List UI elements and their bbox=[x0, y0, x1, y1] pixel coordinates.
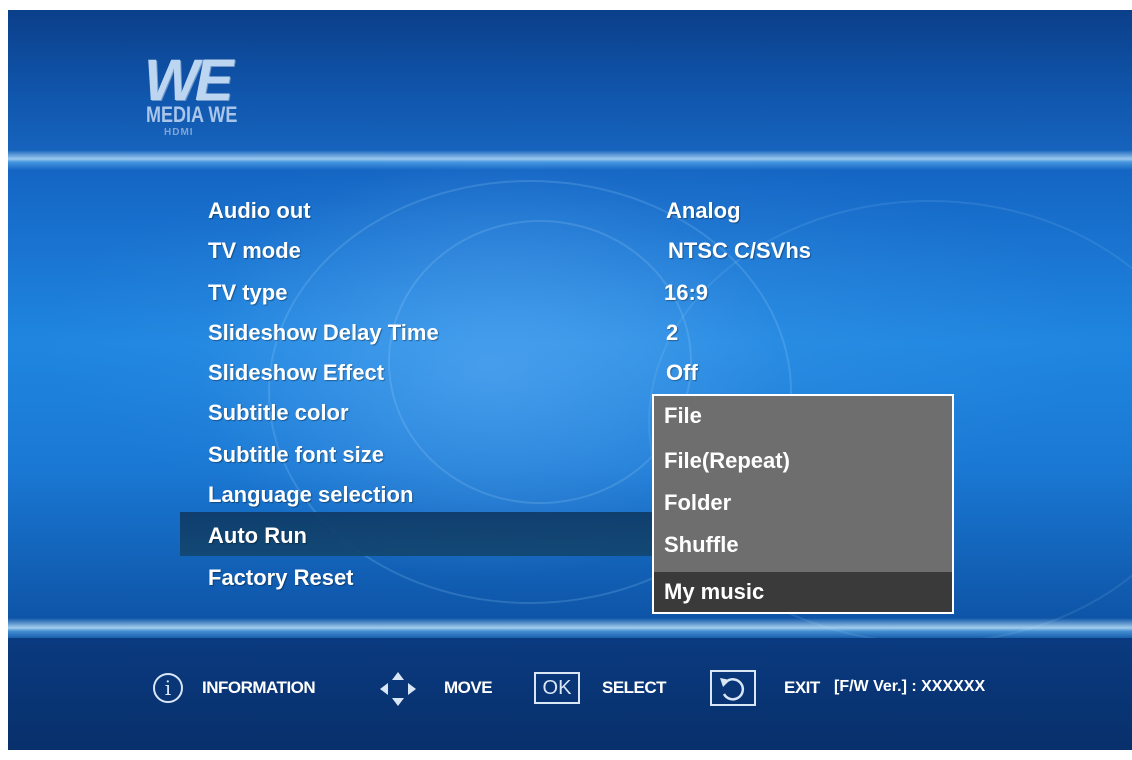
select-label: SELECT bbox=[602, 678, 667, 697]
move-arrows-icon bbox=[380, 672, 416, 706]
setting-value-tv-mode: NTSC C/SVhs bbox=[668, 238, 812, 263]
brand-logo: WE MEDIA WE HDMI bbox=[144, 52, 254, 152]
header-divider bbox=[8, 150, 1132, 170]
setting-label-language-selection[interactable]: Language selection bbox=[208, 482, 413, 508]
dropdown-option-folder[interactable]: Folder bbox=[654, 483, 952, 523]
setting-value-slideshow-delay: 2 bbox=[666, 320, 679, 345]
setting-label-audio-out[interactable]: Audio out bbox=[208, 198, 311, 224]
dropdown-option-my-music[interactable]: My music bbox=[654, 572, 952, 612]
information-label: INFORMATION bbox=[202, 678, 316, 697]
setting-label-slideshow-effect[interactable]: Slideshow Effect bbox=[208, 360, 384, 386]
setting-label-auto-run[interactable]: Auto Run bbox=[208, 523, 307, 549]
setting-label-tv-mode[interactable]: TV mode bbox=[208, 238, 301, 264]
setting-label-slideshow-delay[interactable]: Slideshow Delay Time bbox=[208, 320, 439, 346]
dropdown-option-file-repeat[interactable]: File(Repeat) bbox=[654, 441, 952, 481]
firmware-version: [F/W Ver.] : XXXXXX bbox=[834, 678, 986, 695]
setting-label-subtitle-font-size[interactable]: Subtitle font size bbox=[208, 442, 384, 468]
media-player-screen: WE MEDIA WE HDMI Audio out Analog TV mod… bbox=[8, 10, 1132, 750]
dropdown-option-shuffle[interactable]: Shuffle bbox=[654, 525, 952, 565]
ok-icon: OK bbox=[534, 672, 580, 704]
background-swirl bbox=[388, 220, 692, 504]
move-label: MOVE bbox=[444, 678, 493, 697]
setting-label-factory-reset[interactable]: Factory Reset bbox=[208, 565, 354, 591]
footer-divider bbox=[8, 618, 1132, 640]
exit-label: EXIT bbox=[784, 678, 820, 697]
logo-hdmi-text: HDMI bbox=[164, 127, 194, 138]
footer-help-bar: i INFORMATION MOVE OK SELECT EXIT [F/W V… bbox=[8, 670, 1132, 710]
setting-value-tv-type: 16:9 bbox=[664, 280, 709, 305]
auto-run-dropdown[interactable]: File File(Repeat) Folder Shuffle My musi… bbox=[652, 394, 954, 614]
back-icon bbox=[710, 670, 756, 706]
dropdown-option-file[interactable]: File bbox=[654, 396, 952, 436]
setting-value-audio-out: Analog bbox=[666, 198, 741, 223]
setting-label-tv-type[interactable]: TV type bbox=[208, 280, 287, 306]
info-icon: i bbox=[153, 673, 183, 703]
logo-media-text: MEDIA WE bbox=[146, 102, 238, 127]
setting-label-subtitle-color[interactable]: Subtitle color bbox=[208, 400, 349, 426]
setting-value-slideshow-effect: Off bbox=[666, 360, 698, 385]
